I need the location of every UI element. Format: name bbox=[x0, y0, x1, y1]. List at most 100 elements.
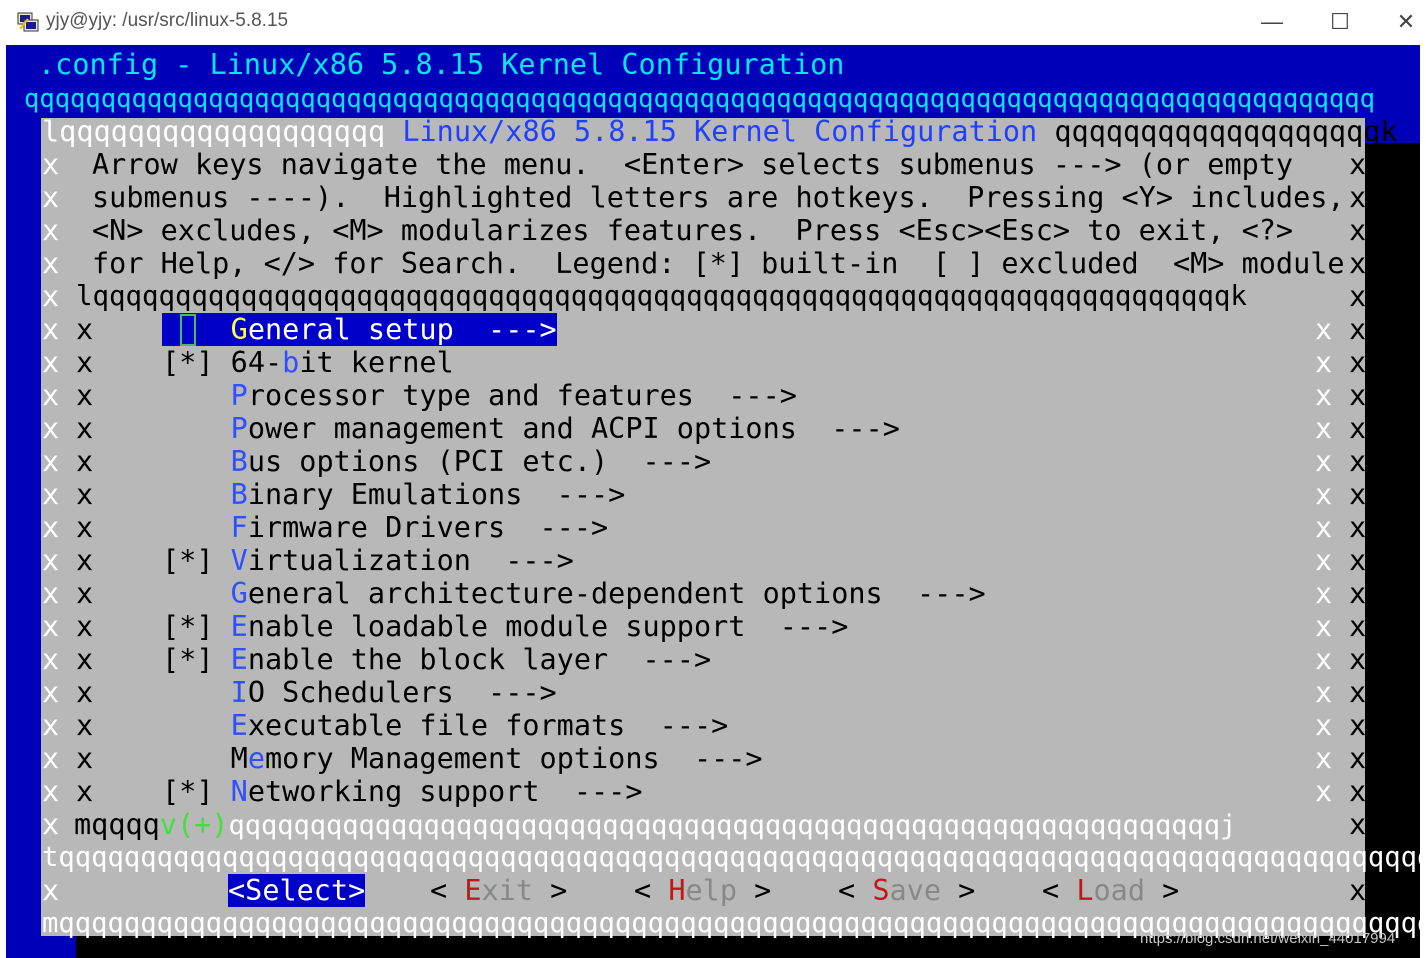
menu-item-hotkey: b bbox=[282, 346, 300, 379]
putty-icon bbox=[17, 12, 39, 32]
window-title: yjy@yjy: /usr/src/linux-5.8.15 bbox=[46, 10, 289, 31]
menu-item-label: Firmware Drivers ---> bbox=[230, 511, 609, 544]
menu-item-mark[interactable]: [*] bbox=[162, 346, 213, 379]
menu-item-mark[interactable] bbox=[162, 412, 213, 445]
menu-item[interactable]: [*] Enable loadable module support ---> bbox=[162, 610, 848, 643]
border-right: x bbox=[1349, 874, 1367, 907]
menu-border-right: x bbox=[1315, 643, 1333, 676]
border-right: x bbox=[1349, 379, 1367, 412]
menu-item-mark[interactable] bbox=[162, 478, 213, 511]
menu-item-hotkey: N bbox=[230, 775, 248, 808]
border-left: x bbox=[42, 148, 60, 181]
menu-item[interactable]: Memory Management options ---> bbox=[162, 742, 763, 775]
border-right: x bbox=[1349, 181, 1367, 214]
menu-item[interactable]: [*] Networking support ---> bbox=[162, 775, 642, 808]
minimize-button[interactable]: — bbox=[1252, 6, 1292, 38]
help-line-1: Arrow keys navigate the menu. <Enter> se… bbox=[92, 148, 1294, 181]
maximize-button[interactable]: ☐ bbox=[1320, 6, 1360, 38]
cursor-icon bbox=[180, 314, 196, 346]
menu-border-left: x bbox=[76, 412, 94, 445]
close-button[interactable]: ✕ bbox=[1386, 6, 1426, 38]
border-left: x bbox=[42, 247, 60, 280]
menu-item-hotkey: B bbox=[230, 478, 248, 511]
menu-item[interactable]: Processor type and features ---> bbox=[162, 379, 797, 412]
border-left: x bbox=[42, 412, 60, 445]
border-right: x bbox=[1349, 247, 1367, 280]
border-right: x bbox=[1349, 478, 1367, 511]
dialog-shadow-right bbox=[1365, 143, 1420, 958]
menu-item-mark[interactable] bbox=[162, 445, 213, 478]
menu-border-left: x bbox=[76, 313, 94, 346]
window-titlebar: yjy@yjy: /usr/src/linux-5.8.15 — ☐ ✕ bbox=[0, 0, 1426, 45]
border-right: x bbox=[1349, 676, 1367, 709]
dialog-top-border: lqqqqqqqqqqqqqqqqqqq Linux/x86 5.8.15 Ke… bbox=[42, 115, 1398, 148]
save-button[interactable]: < Save > bbox=[838, 874, 975, 907]
border-left: x bbox=[42, 775, 60, 808]
menu-border-right: x bbox=[1315, 346, 1333, 379]
menu-item-selected[interactable]: General setup ---> bbox=[162, 313, 557, 346]
menu-item[interactable]: [*] Enable the block layer ---> bbox=[162, 643, 711, 676]
menu-item-hotkey: G bbox=[230, 313, 248, 346]
menu-item-label: Memory Management options ---> bbox=[230, 742, 763, 775]
menu-item[interactable]: Power management and ACPI options ---> bbox=[162, 412, 900, 445]
menu-border-right: x bbox=[1315, 511, 1333, 544]
border-left: x bbox=[42, 643, 60, 676]
menu-item[interactable]: [*] Virtualization ---> bbox=[162, 544, 574, 577]
menu-item-mark[interactable] bbox=[162, 577, 213, 610]
menu-item-mark[interactable]: [*] bbox=[162, 610, 213, 643]
menu-item[interactable]: Bus options (PCI etc.) ---> bbox=[162, 445, 711, 478]
menu-item-mark[interactable] bbox=[162, 742, 213, 775]
menu-item[interactable]: Executable file formats ---> bbox=[162, 709, 729, 742]
menu-item-label: Enable loadable module support ---> bbox=[230, 610, 849, 643]
menu-item[interactable]: General architecture-dependent options -… bbox=[162, 577, 986, 610]
menu-item-mark[interactable]: [*] bbox=[162, 775, 213, 808]
load-button[interactable]: < Load > bbox=[1042, 874, 1179, 907]
menu-item-hotkey: V bbox=[230, 544, 248, 577]
menu-item-mark[interactable] bbox=[162, 379, 213, 412]
menu-border-left: x bbox=[76, 478, 94, 511]
border-left: x bbox=[42, 280, 60, 313]
exit-button[interactable]: < Exit > bbox=[430, 874, 567, 907]
help-line-2: submenus ----). Highlighted letters are … bbox=[92, 181, 1345, 214]
menu-border-left: x bbox=[76, 379, 94, 412]
border-right: x bbox=[1349, 445, 1367, 478]
border-left: x bbox=[42, 181, 60, 214]
menu-item-mark[interactable] bbox=[162, 511, 213, 544]
menu-item-hotkey: I bbox=[230, 676, 248, 709]
help-line-4: for Help, </> for Search. Legend: [*] bu… bbox=[92, 247, 1345, 280]
help-button[interactable]: < Help > bbox=[634, 874, 771, 907]
menu-border-right: x bbox=[1315, 775, 1333, 808]
select-button[interactable]: <Select> bbox=[228, 874, 366, 907]
menu-item-hotkey: E bbox=[230, 610, 248, 643]
border-left: x bbox=[42, 874, 60, 907]
menu-item-label: Virtualization ---> bbox=[230, 544, 574, 577]
watermark: https://blog.csdn.net/weixin_44017994 bbox=[1140, 930, 1396, 947]
menu-border-right: x bbox=[1315, 544, 1333, 577]
menu-item[interactable]: Firmware Drivers ---> bbox=[162, 511, 609, 544]
menu-border-right: x bbox=[1315, 709, 1333, 742]
border-left: x bbox=[42, 742, 60, 775]
border-right: x bbox=[1349, 808, 1367, 841]
menu-border-left: x bbox=[76, 610, 94, 643]
menu-item-mark[interactable]: [*] bbox=[162, 643, 213, 676]
border-left: x bbox=[42, 808, 60, 841]
menu-item[interactable]: [*] 64-bit kernel bbox=[162, 346, 454, 379]
terminal-window[interactable]: .config - Linux/x86 5.8.15 Kernel Config… bbox=[6, 45, 1420, 958]
menu-border-right: x bbox=[1315, 313, 1333, 346]
menu-border-right: x bbox=[1315, 610, 1333, 643]
border-left: x bbox=[42, 346, 60, 379]
border-left: x bbox=[42, 478, 60, 511]
menu-item-label: Binary Emulations ---> bbox=[230, 478, 626, 511]
menu-border-left: x bbox=[76, 709, 94, 742]
border-right: x bbox=[1349, 544, 1367, 577]
menu-item-hotkey: E bbox=[230, 643, 248, 676]
menu-item-mark[interactable]: [*] bbox=[162, 544, 213, 577]
menu-border-right: x bbox=[1315, 676, 1333, 709]
menu-item-mark[interactable] bbox=[162, 709, 213, 742]
menu-item[interactable]: IO Schedulers ---> bbox=[162, 676, 557, 709]
menu-item-hotkey: B bbox=[230, 445, 248, 478]
menu-item-mark[interactable] bbox=[162, 676, 213, 709]
menu-item-hotkey: G bbox=[230, 577, 248, 610]
menu-item[interactable]: Binary Emulations ---> bbox=[162, 478, 626, 511]
menu-border-left: x bbox=[76, 511, 94, 544]
